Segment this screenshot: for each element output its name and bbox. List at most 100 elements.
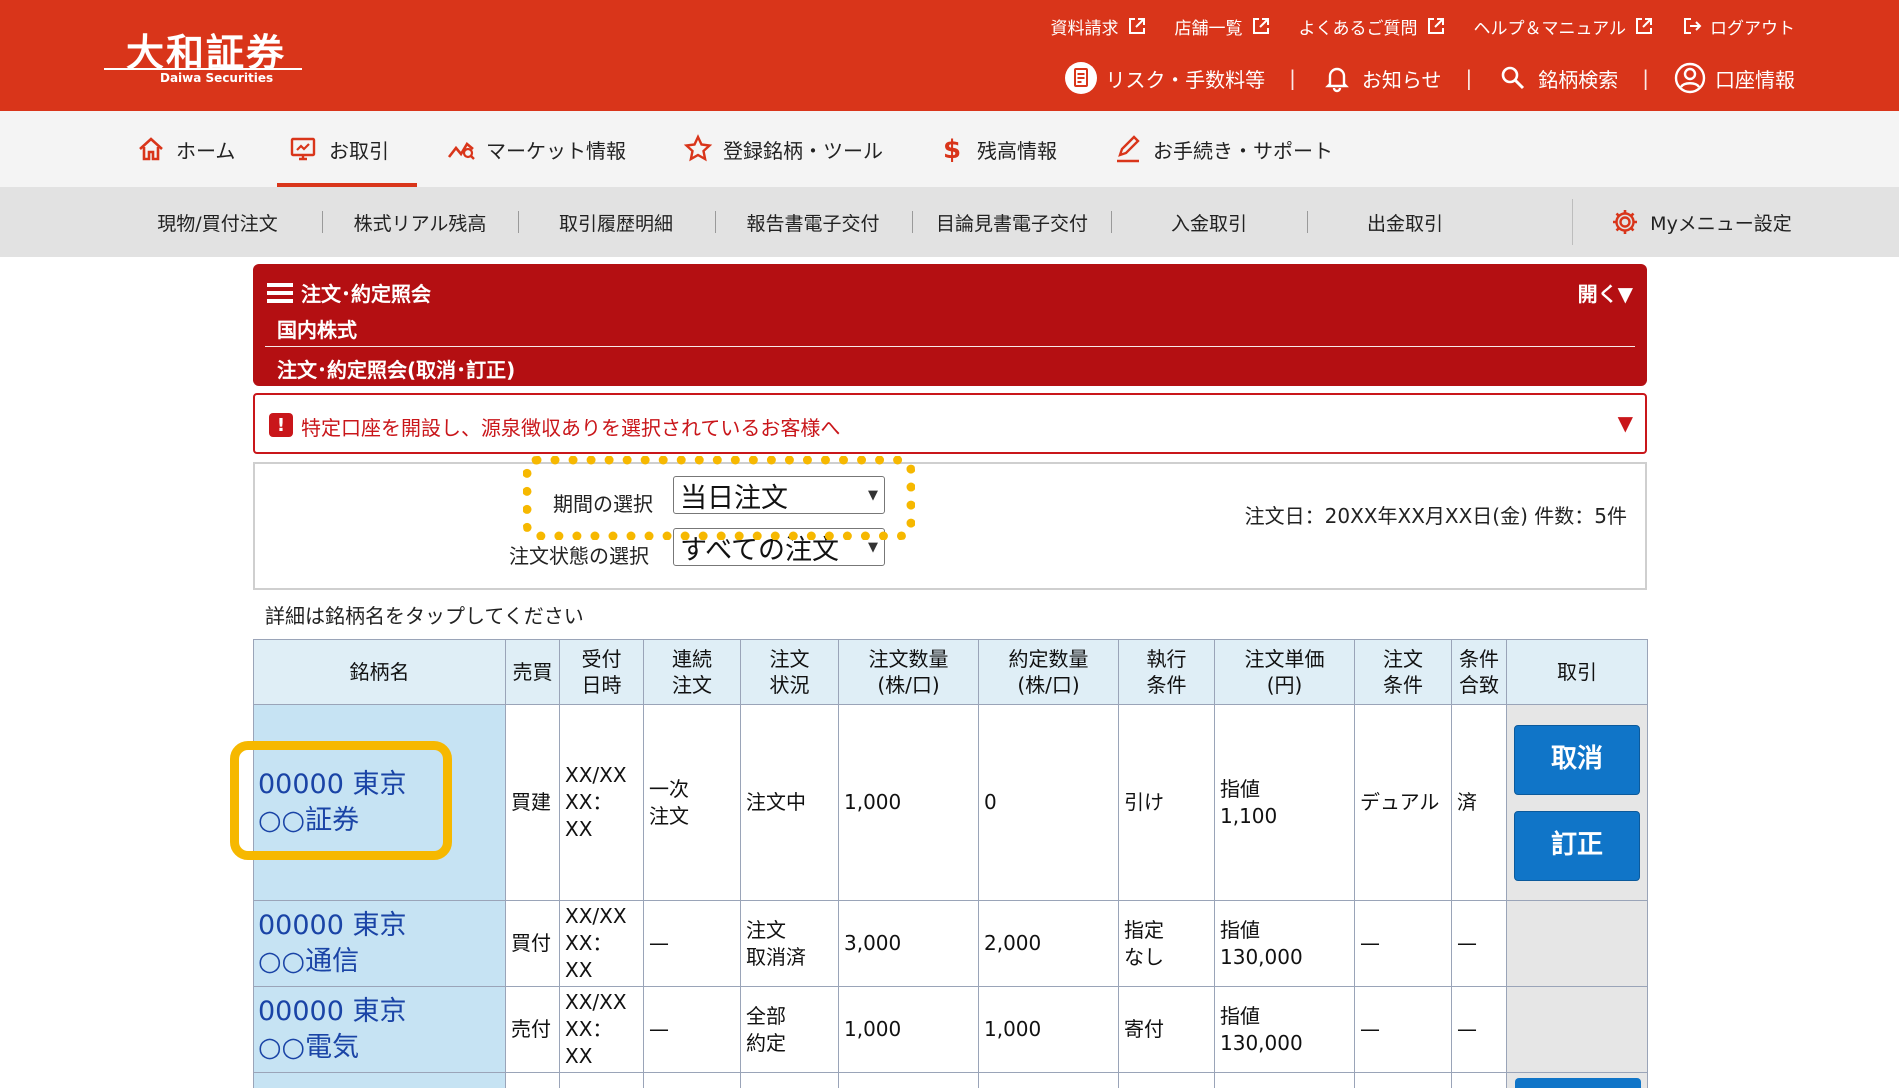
svg-text:$: $ (943, 135, 961, 164)
col-header-execution-condition: 執行 条件 (1118, 639, 1215, 705)
sub-nav: 現物/買付注文 株式リアル残高 取引履歴明細 報告書電子交付 目論見書電子交付 … (0, 187, 1899, 257)
continuous-order-cell: — (643, 986, 741, 1073)
utility-link-store-list[interactable]: 店舗一覧 (1175, 14, 1271, 39)
utility-link-document-request[interactable]: 資料請求 (1051, 14, 1147, 39)
notifications-label: お知らせ (1361, 67, 1442, 92)
col-header-order-status: 注文 状況 (740, 639, 839, 705)
col-header-continuous-order: 連続 注文 (643, 639, 741, 705)
subnav-trade-history[interactable]: 取引履歴明細 (533, 187, 699, 257)
subnav-separator (912, 211, 913, 233)
my-menu-settings[interactable]: Myメニュー設定 (1603, 187, 1799, 257)
nav-balance-info-label: 残高情報 (977, 138, 1057, 163)
nav-balance-info[interactable]: $ 残高情報 (937, 111, 1057, 187)
col-header-stock-name: 銘柄名 (253, 639, 506, 705)
tap-hint: 詳細は銘柄名をタップしてください (265, 604, 584, 628)
order-qty-cell: 1,000 (838, 704, 979, 901)
order-status-cell (740, 1072, 839, 1088)
nav-market-info-label: マーケット情報 (486, 138, 626, 163)
subnav-cash-buy-order[interactable]: 現物/買付注文 (140, 187, 295, 257)
logout-link[interactable]: ログアウト (1682, 14, 1795, 39)
alert-icon: ! (269, 413, 293, 437)
nav-watchlist-tools[interactable]: 登録銘柄・ツール (683, 111, 883, 187)
nav-trade[interactable]: お取引 (277, 111, 417, 187)
my-menu-label: Myメニュー設定 (1650, 212, 1792, 235)
separator: | (1465, 66, 1473, 90)
col-header-order-condition: 注文 条件 (1354, 639, 1452, 705)
document-icon (1064, 62, 1097, 94)
col-header-unit-price: 注文単価 (円) (1214, 639, 1355, 705)
nav-procedures-support-label: お手続き・サポート (1153, 138, 1333, 163)
cancel-order-button-partial[interactable] (1515, 1078, 1641, 1088)
stock-search-link[interactable]: 銘柄検索 (1496, 61, 1618, 95)
utility-link-label: 店舗一覧 (1174, 18, 1243, 39)
stock-name-cell: 00000 東京 ○○電気 (253, 986, 506, 1073)
order-qty-cell: 3,000 (838, 900, 979, 987)
table-row (253, 1072, 1648, 1088)
main-utility-nav: リスク・手数料等 | お知らせ | 銘柄検索 | 口座情報 (1064, 60, 1795, 96)
action-cell (1506, 900, 1648, 987)
nav-home[interactable]: ホーム (136, 111, 235, 187)
subnav-stock-realtime-balance[interactable]: 株式リアル残高 (337, 187, 503, 257)
order-status-cell: 注文中 (740, 704, 839, 901)
unit-price-cell (1214, 1072, 1355, 1088)
separator: | (1642, 66, 1649, 90)
nav-home-label: ホーム (176, 138, 236, 163)
order-status-label: 注文状態の選択 (509, 544, 649, 568)
stock-name-link[interactable]: 00000 東京 ○○証券 (258, 767, 501, 839)
chevron-down-icon: ▼ (868, 540, 878, 555)
order-summary: 注文日：20XX年XX月XX日(金) 件数：5件 (1244, 504, 1627, 528)
cancel-order-button[interactable]: 取消 (1514, 724, 1640, 795)
side-cell: 買建 (505, 704, 560, 901)
subnav-withdrawal[interactable]: 出金取引 (1322, 187, 1488, 257)
nav-procedures-support[interactable]: お手続き・サポート (1113, 111, 1333, 187)
account-info-link[interactable]: 口座情報 (1673, 61, 1795, 95)
stock-name-cell: 00000 東京 ○○証券 (253, 704, 506, 901)
execution-condition-cell: 引け (1118, 704, 1215, 901)
external-link-icon (1636, 18, 1652, 34)
stock-name-link[interactable]: 00000 東京 ○○電気 (258, 994, 501, 1066)
stock-name-link[interactable]: 00000 東京 ○○通信 (258, 908, 501, 980)
risk-fees-link[interactable]: リスク・手数料等 (1064, 61, 1265, 95)
subnav-electronic-reports[interactable]: 報告書電子交付 (730, 187, 896, 257)
subnav-separator (1572, 199, 1573, 245)
nav-trade-label: お取引 (329, 138, 389, 163)
tax-account-alert[interactable]: ! 特定口座を開設し、源泉徴収ありを選択されているお客様へ ▼ (253, 393, 1647, 454)
unit-price-cell: 指値 130,000 (1214, 986, 1355, 1073)
condition-matched-cell: 済 (1451, 704, 1507, 901)
page-header: 注文･約定照会 国内株式 注文･約定照会(取消･訂正) 開く▼ (253, 264, 1647, 386)
pencil-icon (1117, 135, 1140, 163)
filled-qty-cell: 1,000 (978, 986, 1119, 1073)
received-cell: XX/XX XX：XX (559, 900, 644, 987)
subnav-separator (715, 211, 716, 233)
col-header-condition-matched: 条件 合致 (1451, 639, 1507, 705)
logout-label: ログアウト (1710, 18, 1795, 39)
account-info-label: 口座情報 (1715, 67, 1795, 92)
logo-underline (104, 68, 302, 70)
daiwa-logo[interactable]: 大和証券 Daiwa Securities (104, 18, 304, 86)
received-cell: XX/XX XX：XX (559, 986, 644, 1073)
side-cell: 買付 (505, 900, 560, 987)
action-cell (1506, 986, 1648, 1073)
dollar-icon: $ (943, 135, 961, 164)
unit-price-cell: 指値 130,000 (1214, 900, 1355, 987)
utility-link-faq[interactable]: よくあるご質問 (1299, 14, 1446, 39)
page-category: 国内株式 (277, 318, 357, 342)
continuous-order-cell: — (643, 900, 741, 987)
external-link-icon (1252, 18, 1269, 34)
menu-icon (267, 282, 293, 303)
notifications-link[interactable]: お知らせ (1320, 61, 1442, 95)
filled-qty-cell: 0 (978, 704, 1119, 901)
col-header-filled-qty: 約定数量 (株/口) (978, 639, 1119, 705)
execution-condition-cell: 寄付 (1118, 986, 1215, 1073)
menu-open-toggle[interactable]: 開く▼ (1578, 278, 1633, 307)
alert-expand-caret[interactable]: ▼ (1618, 411, 1633, 435)
utility-link-help-manual[interactable]: ヘルプ＆マニュアル (1474, 14, 1655, 39)
subnav-electronic-prospectus[interactable]: 目論見書電子交付 (924, 187, 1100, 257)
col-header-side: 売買 (505, 639, 560, 705)
col-header-order-qty: 注文数量 (株/口) (838, 639, 979, 705)
utility-link-label: よくあるご質問 (1298, 18, 1418, 39)
filter-panel: 期間の選択 当日注文 ▼ 注文状態の選択 すべての注文 ▼ 注文日：20XX年X… (253, 456, 1647, 590)
subnav-deposit[interactable]: 入金取引 (1126, 187, 1292, 257)
nav-market-info[interactable]: マーケット情報 (446, 111, 626, 187)
modify-order-button[interactable]: 訂正 (1514, 810, 1640, 881)
